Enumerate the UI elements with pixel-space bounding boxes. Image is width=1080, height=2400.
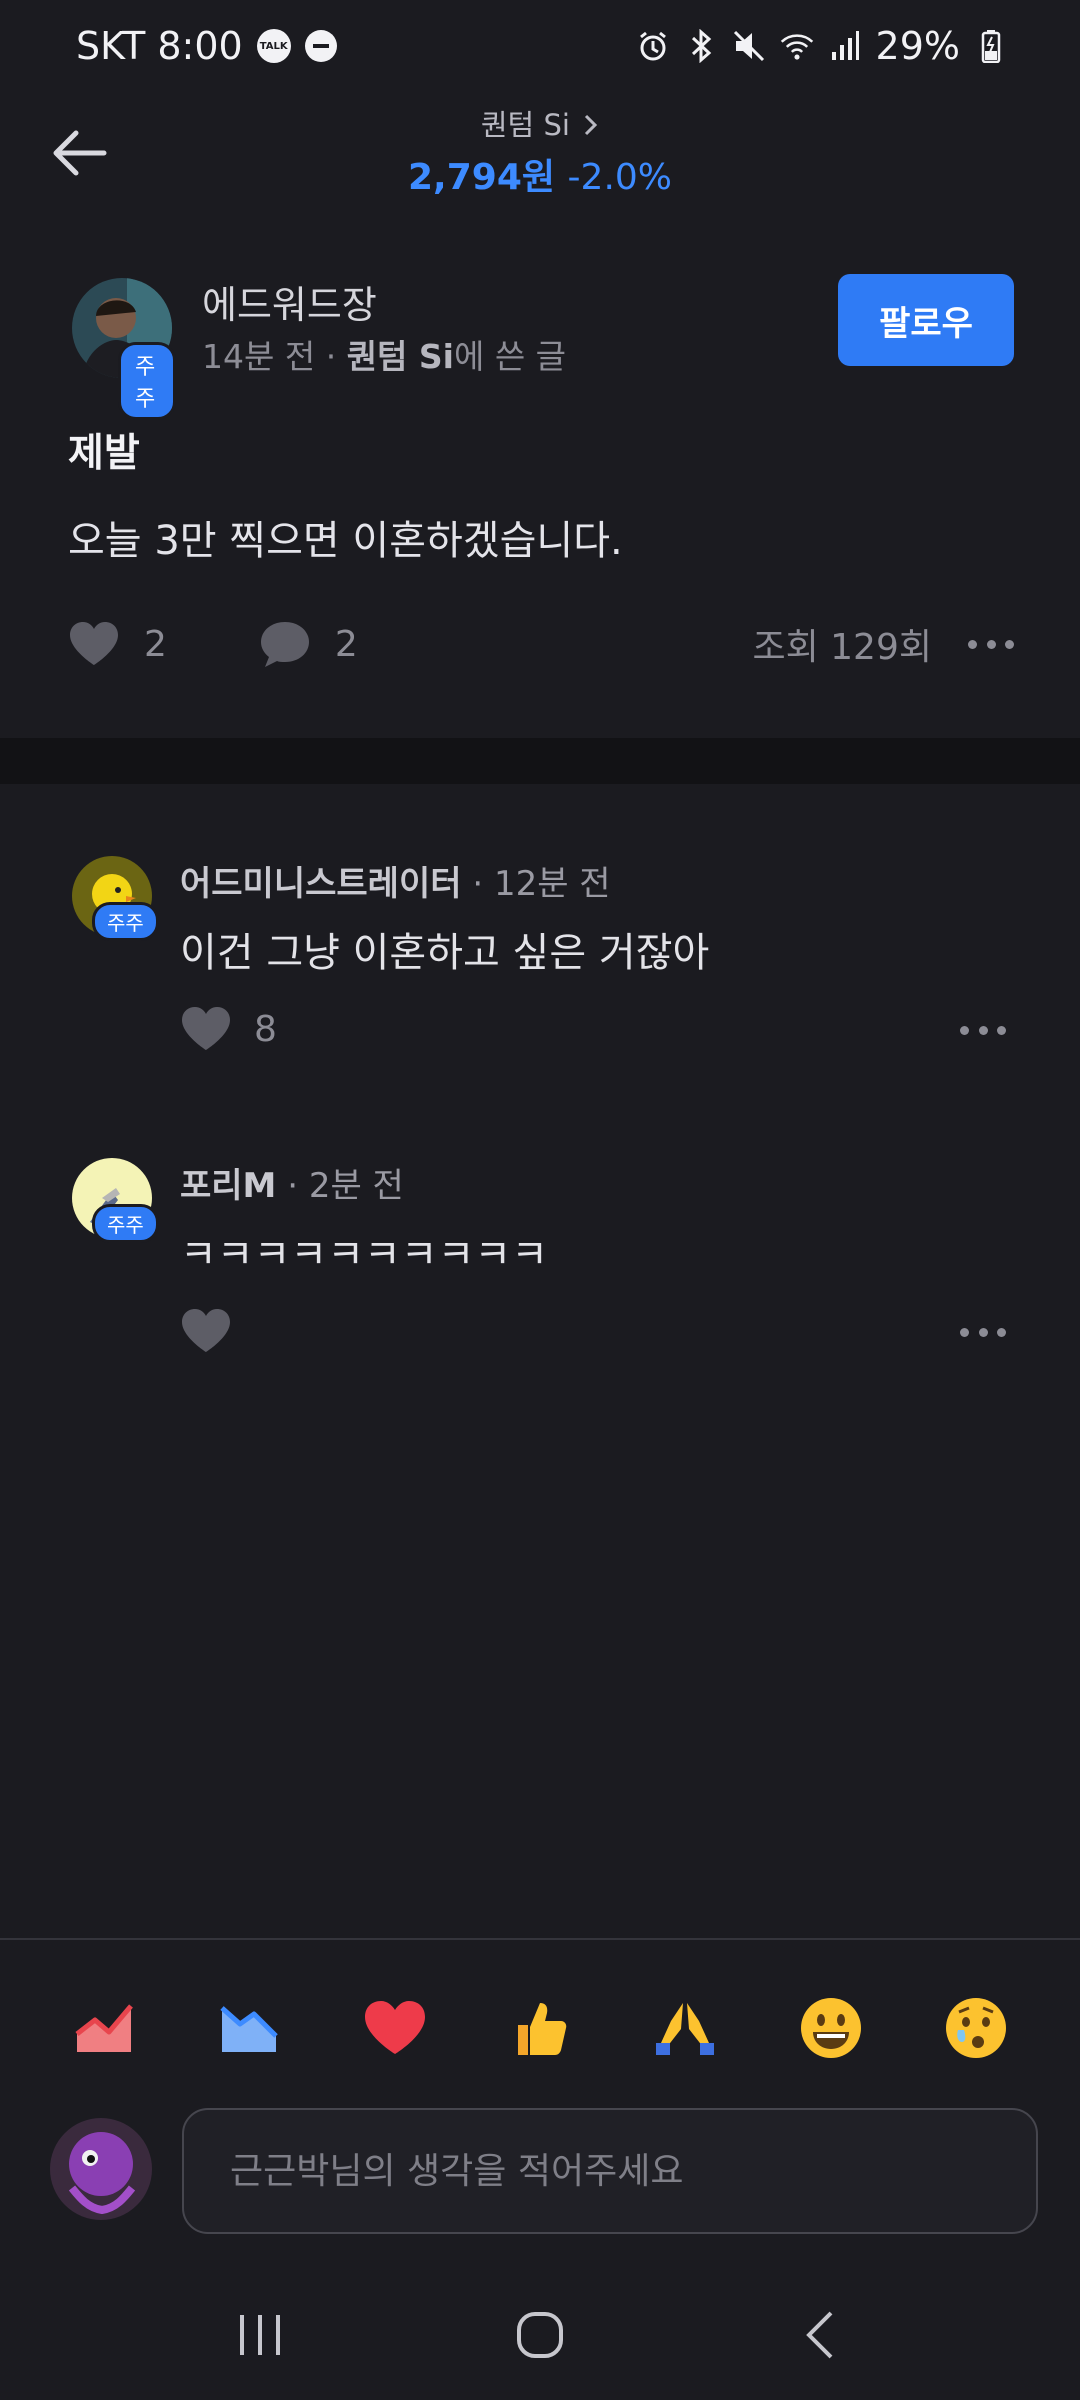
chart-up-icon[interactable]: [68, 1992, 140, 2064]
thumbs-up-icon[interactable]: [504, 1992, 576, 2064]
stock-price-row: 2,794원 -2.0%: [0, 148, 1080, 200]
chevron-right-icon: [585, 114, 598, 136]
signal-icon: [828, 29, 862, 63]
bottom-separator: [0, 1938, 1080, 1940]
comment-count: 2: [334, 623, 358, 665]
more-options-icon[interactable]: [960, 1026, 1006, 1035]
follow-button[interactable]: 팔로우: [838, 274, 1014, 366]
status-bar: SKT 8:00 TALK 29%: [0, 0, 1080, 92]
post: 주주 에드워드장 14분 전 · 퀀텀 Si에 쓴 글 팔로우 제발 오늘 3만…: [0, 222, 1080, 740]
smile-icon[interactable]: [795, 1992, 867, 2064]
pray-icon[interactable]: [649, 1992, 721, 2064]
section-divider: [0, 738, 1080, 784]
stock-name: 퀀텀 Si: [480, 108, 570, 142]
author-name[interactable]: 에드워드장: [202, 274, 377, 329]
comment-time: · 12분 전: [461, 864, 611, 904]
author-avatar[interactable]: 주주: [72, 278, 176, 420]
heart-icon[interactable]: [359, 1992, 431, 2064]
wifi-icon: [780, 29, 814, 63]
heart-icon: [182, 1309, 230, 1352]
meta-separator: ·: [315, 337, 347, 376]
recent-apps-icon: [240, 2315, 280, 2355]
view-count: 조회 129회: [752, 627, 932, 668]
alarm-icon: [636, 29, 670, 63]
home-button[interactable]: [490, 2285, 590, 2385]
stock-summary[interactable]: 퀀텀 Si 2,794원 -2.0%: [0, 102, 1080, 200]
commenter-name[interactable]: 포리M: [180, 1166, 276, 1206]
system-nav-bar: [0, 2270, 1080, 2400]
post-time: 14분 전: [202, 337, 316, 376]
comment-like-button[interactable]: [180, 1308, 254, 1354]
comment-text: ㅋㅋㅋㅋㅋㅋㅋㅋㅋㅋ: [180, 1232, 548, 1278]
comment-text: 이건 그냥 이혼하고 싶은 거잖아: [180, 930, 710, 976]
comment-header: 포리M · 2분 전: [180, 1158, 404, 1207]
stock-name-row[interactable]: 퀀텀 Si: [0, 102, 1080, 144]
chevron-left-icon: [806, 2311, 833, 2359]
stock-price: 2,794원: [408, 157, 555, 198]
shareholder-badge: 주주: [92, 1204, 159, 1243]
stock-change: -2.0%: [567, 157, 672, 198]
mute-icon: [732, 29, 766, 63]
comment-time: · 2분 전: [276, 1166, 404, 1206]
status-right: 29%: [636, 24, 1008, 68]
comment-like-count: 8: [254, 1008, 277, 1050]
comment-header: 어드미니스트레이터 · 12분 전: [180, 856, 611, 905]
post-meta: 14분 전 · 퀀텀 Si에 쓴 글: [202, 330, 566, 378]
speech-bubble-icon: [260, 622, 309, 667]
comment-composer: [0, 2108, 1080, 2234]
shareholder-badge: 주주: [118, 342, 176, 420]
commenter-name[interactable]: 어드미니스트레이터: [180, 864, 462, 904]
comment-like-button[interactable]: 8: [180, 1006, 277, 1052]
my-avatar[interactable]: [50, 2118, 152, 2220]
battery-percent: 29%: [875, 24, 960, 68]
more-options-icon[interactable]: [968, 639, 1014, 649]
post-actions: 2 2 조회 129회: [68, 612, 1014, 676]
recent-apps-button[interactable]: [210, 2285, 310, 2385]
battery-icon: [974, 29, 1008, 63]
heart-icon: [70, 622, 118, 665]
talk-icon: TALK: [256, 29, 291, 63]
comment-input[interactable]: [230, 2150, 1036, 2192]
home-icon: [517, 2312, 563, 2358]
bluetooth-icon: [684, 29, 718, 63]
more-options-icon[interactable]: [960, 1328, 1006, 1337]
chart-down-icon[interactable]: [213, 1992, 285, 2064]
like-button[interactable]: 2: [68, 621, 167, 667]
dnd-icon: [304, 30, 337, 62]
board-suffix: 에 쓴 글: [453, 337, 567, 376]
reaction-bar: [68, 1990, 1012, 2066]
comment-button[interactable]: 2: [259, 620, 358, 668]
carrier-time: SKT 8:00: [76, 24, 243, 68]
post-body: 오늘 3만 찍으면 이혼하겠습니다.: [68, 518, 623, 564]
shareholder-badge: 주주: [92, 902, 159, 941]
comment-input-box[interactable]: [182, 2108, 1038, 2234]
system-back-button[interactable]: [770, 2285, 870, 2385]
post-title: 제발: [68, 431, 140, 476]
board-link[interactable]: 퀀텀 Si: [347, 337, 454, 376]
app-header: 퀀텀 Si 2,794원 -2.0%: [0, 92, 1080, 222]
surprised-icon[interactable]: [940, 1992, 1012, 2064]
heart-icon: [182, 1007, 230, 1050]
like-count: 2: [144, 623, 167, 665]
status-left: SKT 8:00 TALK: [76, 24, 337, 68]
